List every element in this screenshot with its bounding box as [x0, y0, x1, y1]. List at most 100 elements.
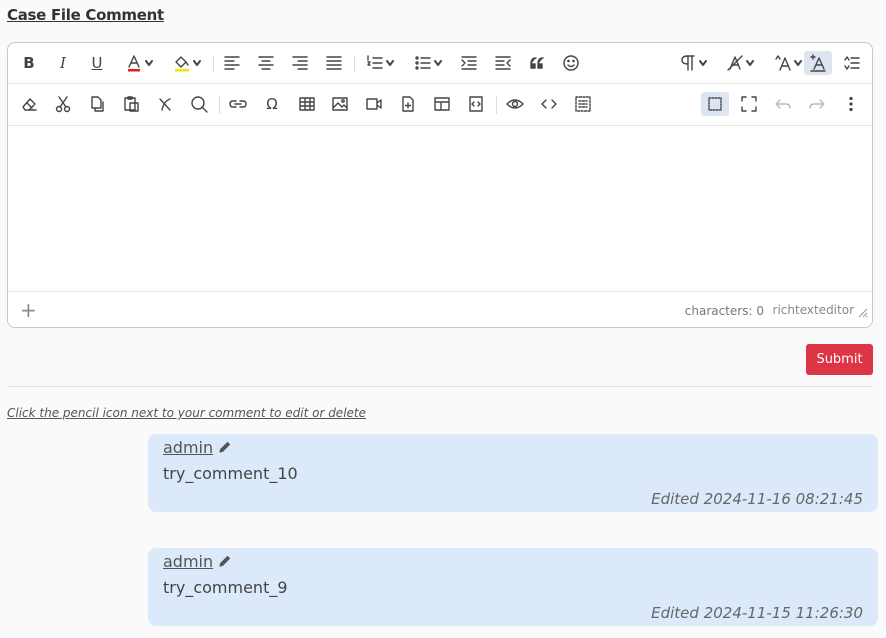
code-icon — [541, 99, 557, 109]
redo-button[interactable] — [803, 92, 831, 116]
add-icon[interactable]: + — [20, 298, 37, 322]
preview-button[interactable] — [501, 92, 529, 116]
omega-icon: Ω — [266, 95, 278, 113]
copy-icon — [91, 96, 104, 112]
scissors-icon — [55, 96, 71, 113]
font-size-icon — [775, 55, 791, 71]
paste-button[interactable] — [117, 92, 145, 116]
paragraph-icon — [681, 55, 695, 71]
undo-button[interactable] — [769, 92, 797, 116]
fullscreen-icon — [741, 96, 757, 112]
paste-icon — [124, 96, 139, 112]
comment-text: try_comment_10 — [163, 464, 298, 483]
insert-link-button[interactable] — [224, 92, 252, 116]
insert-code-button[interactable] — [462, 92, 490, 116]
bold-button[interactable]: B — [15, 51, 43, 75]
indent-button[interactable] — [455, 51, 483, 75]
more-options-button[interactable] — [837, 92, 865, 116]
cut-button[interactable] — [49, 92, 77, 116]
align-justify-icon — [326, 56, 342, 70]
outdent-button[interactable] — [489, 51, 517, 75]
indent-icon — [461, 56, 477, 70]
comment-edited-timestamp: Edited 2024-11-16 08:21:45 — [651, 490, 863, 508]
table-icon — [299, 97, 315, 111]
edit-hint: Click the pencil icon next to your comme… — [7, 406, 366, 420]
select-all-icon — [575, 96, 591, 112]
font-color-button[interactable] — [119, 51, 159, 75]
fullscreen-button[interactable] — [735, 92, 763, 116]
font-family-icon — [727, 55, 743, 71]
more-vertical-icon — [849, 96, 853, 112]
font-family-button[interactable] — [720, 51, 760, 75]
font-size-button[interactable] — [768, 51, 808, 75]
template-icon — [434, 97, 450, 111]
eraser-icon — [22, 98, 37, 111]
submit-button[interactable]: Submit — [806, 344, 873, 375]
paint-bucket-icon — [175, 56, 189, 72]
comment-card: admin try_comment_10 Edited 2024-11-16 0… — [148, 434, 878, 512]
align-center-icon — [258, 56, 274, 70]
copy-button[interactable] — [83, 92, 111, 116]
show-blocks-icon — [708, 97, 722, 111]
find-button[interactable] — [185, 92, 213, 116]
page-title: Case File Comment — [7, 6, 164, 24]
bullet-list-icon — [415, 56, 431, 70]
toolbar-row-2: Ω — [8, 84, 872, 126]
chevron-down-icon — [193, 60, 201, 66]
comment-edited-timestamp: Edited 2024-11-15 11:26:30 — [651, 604, 863, 622]
source-code-button[interactable] — [535, 92, 563, 116]
pencil-icon[interactable] — [218, 554, 232, 568]
code-block-icon — [469, 96, 483, 112]
comment-author[interactable]: admin — [163, 552, 213, 571]
toolbar-row-1: B I U — [8, 43, 872, 84]
align-left-button[interactable] — [218, 51, 246, 75]
justify-button[interactable] — [320, 51, 348, 75]
editor-content-area[interactable] — [8, 126, 872, 291]
clear-format-button[interactable] — [15, 92, 43, 116]
pencil-icon[interactable] — [218, 440, 232, 454]
bold-icon: B — [23, 54, 35, 72]
chevron-down-icon — [746, 60, 754, 66]
italic-icon: I — [60, 54, 66, 72]
paragraph-button[interactable] — [673, 51, 713, 75]
show-blocks-button[interactable] — [701, 92, 729, 116]
align-left-icon — [224, 56, 240, 70]
line-height-icon — [844, 56, 860, 70]
insert-template-button[interactable] — [428, 92, 456, 116]
underline-button[interactable]: U — [83, 51, 111, 75]
chevron-down-icon — [386, 60, 394, 66]
chevron-down-icon — [794, 60, 802, 66]
divider — [7, 386, 873, 387]
rich-text-editor: B I U Ω + characters: 0 richtexteditor — [7, 42, 873, 328]
align-right-icon — [292, 56, 308, 70]
chevron-down-icon — [145, 60, 153, 66]
select-all-button[interactable] — [569, 92, 597, 116]
italic-button[interactable]: I — [49, 51, 77, 75]
comment-card: admin try_comment_9 Edited 2024-11-15 11… — [148, 548, 878, 626]
align-center-button[interactable] — [252, 51, 280, 75]
comment-text: try_comment_9 — [163, 578, 288, 597]
line-height-button[interactable] — [838, 51, 866, 75]
editor-status-bar: + characters: 0 richtexteditor — [8, 291, 872, 327]
insert-document-button[interactable] — [394, 92, 422, 116]
blockquote-button[interactable] — [523, 51, 551, 75]
text-format-icon — [810, 54, 826, 72]
resize-handle-icon[interactable] — [858, 308, 868, 318]
link-icon — [229, 100, 247, 108]
unordered-list-button[interactable] — [408, 51, 448, 75]
format-painter-button[interactable] — [804, 51, 832, 75]
emoji-button[interactable] — [557, 51, 585, 75]
background-color-button[interactable] — [167, 51, 207, 75]
comment-author[interactable]: admin — [163, 438, 213, 457]
document-plus-icon — [402, 96, 414, 112]
align-right-button[interactable] — [286, 51, 314, 75]
insert-image-button[interactable] — [326, 92, 354, 116]
eye-icon — [506, 99, 524, 109]
quote-icon — [530, 57, 544, 69]
undo-icon — [775, 99, 791, 109]
insert-table-button[interactable] — [293, 92, 321, 116]
insert-video-button[interactable] — [360, 92, 388, 116]
delete-button[interactable] — [151, 92, 179, 116]
special-char-button[interactable]: Ω — [258, 92, 286, 116]
ordered-list-button[interactable] — [360, 51, 400, 75]
